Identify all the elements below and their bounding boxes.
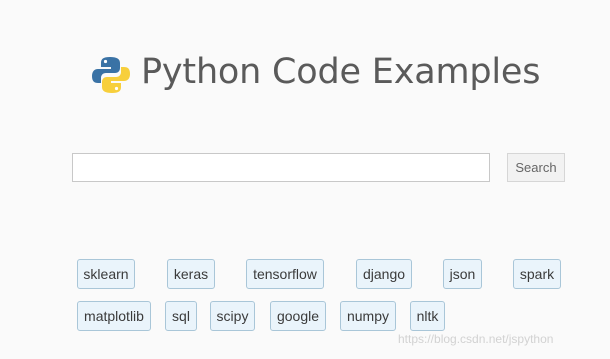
tag-sklearn[interactable]: sklearn <box>77 259 135 289</box>
watermark: https://blog.csdn.net/jspython <box>398 332 554 346</box>
search-input[interactable] <box>72 153 490 182</box>
tag-keras[interactable]: keras <box>167 259 215 289</box>
tag-tensorflow[interactable]: tensorflow <box>246 259 324 289</box>
tag-nltk[interactable]: nltk <box>410 301 445 331</box>
tag-numpy[interactable]: numpy <box>340 301 396 331</box>
tag-json[interactable]: json <box>443 259 482 289</box>
tag-matplotlib[interactable]: matplotlib <box>77 301 151 331</box>
page-title: Python Code Examples <box>141 52 541 92</box>
python-logo-icon <box>90 55 132 95</box>
search-button[interactable]: Search <box>507 153 565 182</box>
tag-django[interactable]: django <box>356 259 412 289</box>
tag-google[interactable]: google <box>270 301 326 331</box>
tag-spark[interactable]: spark <box>513 259 561 289</box>
tag-sql[interactable]: sql <box>165 301 197 331</box>
tag-scipy[interactable]: scipy <box>210 301 255 331</box>
